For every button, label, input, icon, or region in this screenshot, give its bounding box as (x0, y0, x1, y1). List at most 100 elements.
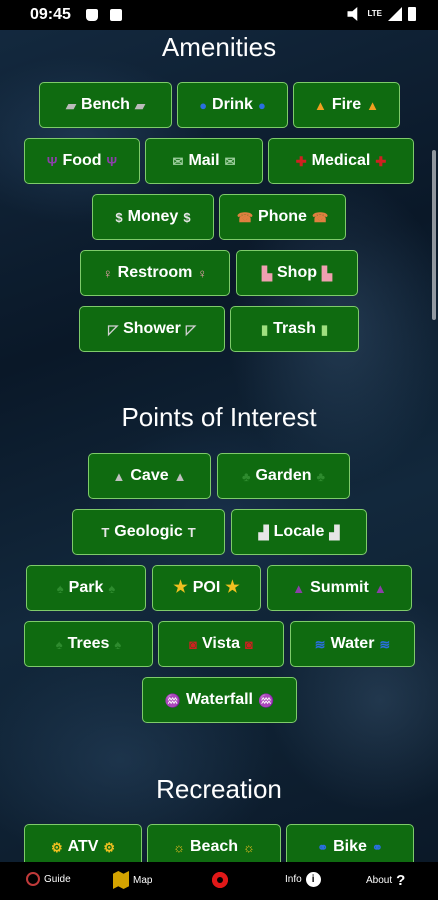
dollar-icon: $ (183, 209, 191, 225)
button-label: Water (330, 635, 375, 652)
button-label: Drink (212, 96, 253, 113)
button-label: Food (62, 152, 102, 169)
first-aid-icon: ✚ (295, 153, 307, 169)
tree-icon: ♠ (55, 636, 63, 652)
peak-icon: ▲ (373, 580, 387, 596)
nav-guide-label: Guide (44, 873, 71, 885)
poi-button-vista[interactable]: ◙ Vista ◙ (158, 621, 284, 667)
fire-icon: ▲ (313, 97, 327, 113)
waves-icon: ≋ (314, 636, 326, 652)
button-label: Shop (277, 264, 317, 281)
poi-button-waterfall[interactable]: ♒ Waterfall ♒ (142, 677, 297, 723)
battery-icon (408, 7, 416, 21)
first-aid-icon: ✚ (375, 153, 387, 169)
poi-button-poi[interactable]: ★ POI ★ (152, 565, 261, 611)
button-label: Bench (81, 96, 130, 113)
camera-icon: ◙ (244, 636, 253, 652)
hammer-icon: T (101, 524, 110, 540)
button-label: Bike (333, 838, 367, 855)
button-label: Summit (310, 579, 369, 596)
water-drop-icon: ● (257, 97, 266, 113)
button-label: Mail (188, 152, 220, 169)
star-icon: ★ (173, 579, 188, 596)
button-label: Cave (130, 467, 169, 484)
nav-settings[interactable] (212, 872, 228, 888)
person-icon: ♀ (197, 265, 208, 281)
status-bar: 09:45 LTE (0, 0, 438, 30)
button-label: Money (127, 208, 179, 225)
waves-icon: ≋ (379, 636, 391, 652)
plant-icon: ♣ (241, 468, 251, 484)
nav-info-label: Info (285, 874, 302, 885)
poi-button-locale[interactable]: ▟ Locale ▟ (231, 509, 367, 555)
poi-button-water[interactable]: ≋ Water ≋ (290, 621, 415, 667)
peak-icon: ▲ (292, 580, 306, 596)
section-title-recreation: Recreation (156, 774, 282, 804)
city-icon: ▟ (329, 524, 340, 540)
nav-info[interactable]: Info i (285, 872, 321, 887)
fire-icon: ▲ (366, 97, 380, 113)
poi-button-summit[interactable]: ▲ Summit ▲ (267, 565, 412, 611)
person-icon: ♀ (102, 265, 113, 281)
bench-icon: ▰ (134, 97, 145, 113)
atv-icon: ⚙ (50, 839, 63, 855)
button-label: Beach (189, 838, 239, 855)
amenity-button-mail[interactable]: ✉ Mail ✉ (145, 138, 263, 184)
button-label: POI (192, 579, 221, 596)
button-label: Shower (123, 320, 181, 337)
amenity-button-food[interactable]: Ψ Food Ψ (24, 138, 140, 184)
poi-button-park[interactable]: ♠ Park ♠ (26, 565, 146, 611)
waterfall-icon: ♒ (257, 692, 275, 708)
shower-icon: ◸ (108, 321, 119, 337)
cart-icon: ▙ (322, 265, 332, 281)
button-label: ATV (67, 838, 99, 855)
cart-icon: ▙ (262, 265, 272, 281)
phone-icon: ☎ (236, 209, 254, 225)
utensils-icon: Ψ (46, 153, 58, 169)
plant-icon: ♣ (316, 468, 326, 484)
poi-button-garden[interactable]: ♣ Garden ♣ (217, 453, 350, 499)
amenity-button-shop[interactable]: ▙ Shop ▙ (236, 250, 358, 296)
signal-icon (388, 7, 402, 21)
amenity-button-money[interactable]: $ Money $ (92, 194, 214, 240)
button-label: Geologic (114, 523, 183, 540)
tree-icon: ♠ (56, 580, 64, 596)
amenity-button-fire[interactable]: ▲ Fire ▲ (293, 82, 400, 128)
status-time: 09:45 (30, 6, 71, 23)
envelope-icon: ✉ (172, 153, 184, 169)
trash-icon: ▮ (261, 321, 269, 337)
amenity-button-trash[interactable]: ▮ Trash ▮ (230, 306, 359, 352)
mountain-icon: ▲ (173, 468, 187, 484)
section-title-points-of-interest: Points of Interest (121, 402, 317, 432)
city-icon: ▟ (258, 524, 269, 540)
network-label: LTE (367, 9, 382, 18)
star-icon: ★ (225, 579, 240, 596)
compass-icon (26, 872, 40, 886)
sun-icon: ☼ (243, 839, 255, 855)
amenity-button-restroom[interactable]: ♀ Restroom ♀ (80, 250, 230, 296)
amenity-button-shower[interactable]: ◸ Shower ◸ (79, 306, 225, 352)
scrollbar[interactable] (432, 150, 436, 320)
nav-about-label: About (366, 875, 393, 886)
amenity-button-bench[interactable]: ▰ Bench ▰ (39, 82, 172, 128)
nav-map[interactable]: Map (113, 871, 152, 889)
water-drop-icon: ● (199, 97, 208, 113)
amenity-button-medical[interactable]: ✚ Medical ✚ (268, 138, 414, 184)
section-title-amenities: Amenities (161, 32, 277, 62)
button-label: Phone (258, 208, 307, 225)
nav-guide[interactable]: Guide (26, 872, 71, 886)
poi-button-trees[interactable]: ♠ Trees ♠ (24, 621, 153, 667)
nav-about[interactable]: About ? (366, 872, 405, 889)
poi-button-geologic[interactable]: T Geologic T (72, 509, 225, 555)
amenity-button-drink[interactable]: ● Drink ● (177, 82, 288, 128)
bench-icon: ▰ (66, 97, 77, 113)
button-label: Trash (273, 320, 316, 337)
button-label: Park (68, 579, 104, 596)
amenity-button-phone[interactable]: ☎ Phone ☎ (219, 194, 346, 240)
poi-button-cave[interactable]: ▲ Cave ▲ (88, 453, 211, 499)
camera-icon: ◙ (189, 636, 198, 652)
gear-icon (212, 872, 228, 888)
button-label: Trees (67, 635, 110, 652)
tree-icon: ♠ (108, 580, 116, 596)
phone-icon: ☎ (311, 209, 329, 225)
